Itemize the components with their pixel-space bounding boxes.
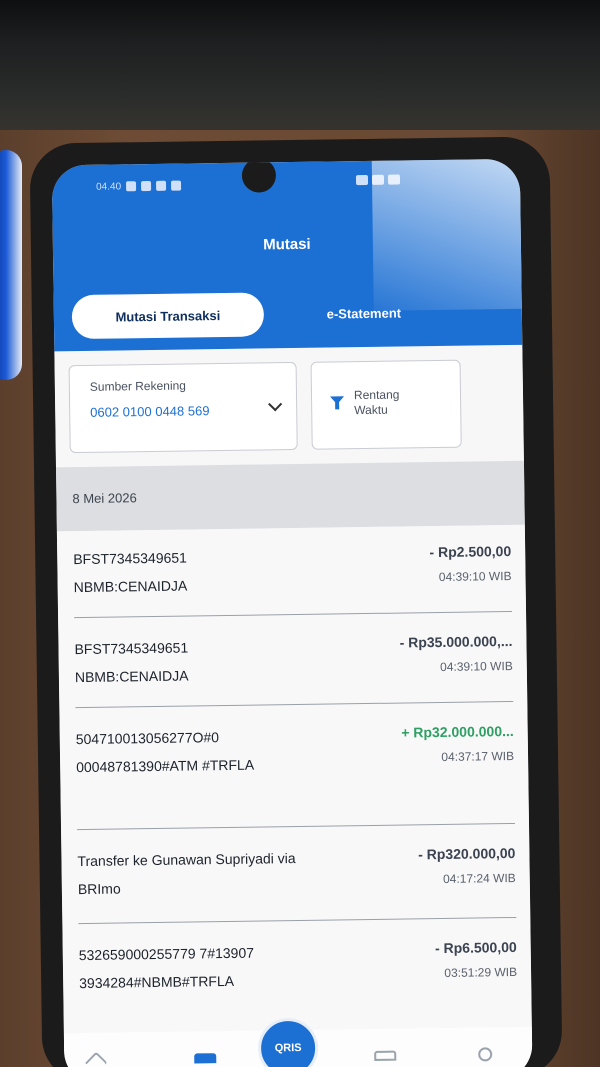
- status-bar: 04.40: [95, 176, 182, 197]
- signal-icon: [355, 174, 369, 186]
- phone: 04.40 Mutasi Mutasi Transaksi e-Statemen…: [29, 136, 563, 1067]
- transaction-amount: + Rp32.000.000...: [401, 722, 514, 741]
- transaction-description: 532659000255779 7#13907 3934284#NBMB#TRF…: [78, 944, 255, 992]
- divider: [77, 822, 516, 831]
- source-account-number: 0602 0100 0448 569: [90, 403, 210, 420]
- transaction-time: 04:39:10 WIB: [439, 658, 513, 674]
- date-range-label: Rentang Waktu: [353, 387, 400, 418]
- transaction-description: BFST7345349651 NBMB:CENAIDJA: [73, 549, 188, 596]
- transaction-time: 03:51:29 WIB: [444, 964, 518, 980]
- screen-glare: [371, 158, 533, 311]
- chevron-down-icon: [268, 397, 283, 412]
- date-header-text: 8 Mei 2026: [72, 490, 137, 507]
- transaction-amount: - Rp320.000,00: [418, 844, 516, 863]
- transaction-description: BFST7345349651 NBMB:CENAIDJA: [74, 639, 189, 686]
- transaction-amount: - Rp2.500,00: [429, 542, 512, 561]
- transaction-list: BFST7345349651 NBMB:CENAIDJA - Rp2.500,0…: [56, 524, 533, 1052]
- mutasi-icon[interactable]: [194, 1053, 217, 1064]
- blue-object: [0, 150, 22, 380]
- transaction-time: 04:17:24 WIB: [442, 870, 516, 886]
- source-account-select[interactable]: Sumber Rekening 0602 0100 0448 569: [68, 361, 298, 454]
- transaction-description: Transfer ke Gunawan Supriyadi via BRImo: [77, 850, 296, 898]
- transaction-description: 504710013056277O#0 00048781390#ATM #TRFL…: [75, 729, 255, 776]
- list-item[interactable]: BFST7345349651 NBMB:CENAIDJA - Rp35.000.…: [58, 629, 526, 685]
- notification-icon: [141, 180, 152, 192]
- divider: [75, 700, 514, 709]
- source-account-label: Sumber Rekening: [89, 378, 187, 394]
- notification-icon: [171, 180, 182, 191]
- app-header: 04.40 Mutasi Mutasi Transaksi e-Statemen…: [51, 158, 533, 356]
- filter-bar: Sumber Rekening 0602 0100 0448 569 Renta…: [54, 344, 524, 468]
- profile-icon[interactable]: [478, 1047, 493, 1062]
- phone-screen: 04.40 Mutasi Mutasi Transaksi e-Statemen…: [51, 158, 533, 1067]
- transaction-amount: - Rp6.500,00: [434, 938, 517, 957]
- list-item[interactable]: BFST7345349651 NBMB:CENAIDJA - Rp2.500,0…: [57, 539, 525, 595]
- notification-icon: [156, 180, 167, 191]
- transaction-time: 04:37:17 WIB: [441, 748, 515, 764]
- inbox-icon[interactable]: [374, 1050, 397, 1061]
- divider: [74, 610, 513, 619]
- list-item[interactable]: 532659000255779 7#13907 3934284#NBMB#TRF…: [63, 935, 531, 991]
- date-section-header: 8 Mei 2026: [55, 460, 525, 532]
- status-time: 04.40: [95, 180, 122, 193]
- list-item[interactable]: Transfer ke Gunawan Supriyadi via BRImo …: [61, 841, 529, 897]
- transaction-amount: - Rp35.000.000,...: [399, 632, 513, 651]
- filter-icon-stem: [335, 402, 340, 410]
- divider: [78, 916, 517, 925]
- date-range-button[interactable]: Rentang Waktu: [310, 359, 462, 450]
- home-icon[interactable]: [84, 1051, 108, 1067]
- monitor-edge: [0, 0, 600, 140]
- list-item[interactable]: 504710013056277O#0 00048781390#ATM #TRFL…: [60, 719, 528, 775]
- transaction-time: 04:39:10 WIB: [438, 568, 512, 585]
- tab-mutasi-transaksi[interactable]: Mutasi Transaksi: [71, 292, 265, 340]
- notification-icon: [126, 181, 137, 192]
